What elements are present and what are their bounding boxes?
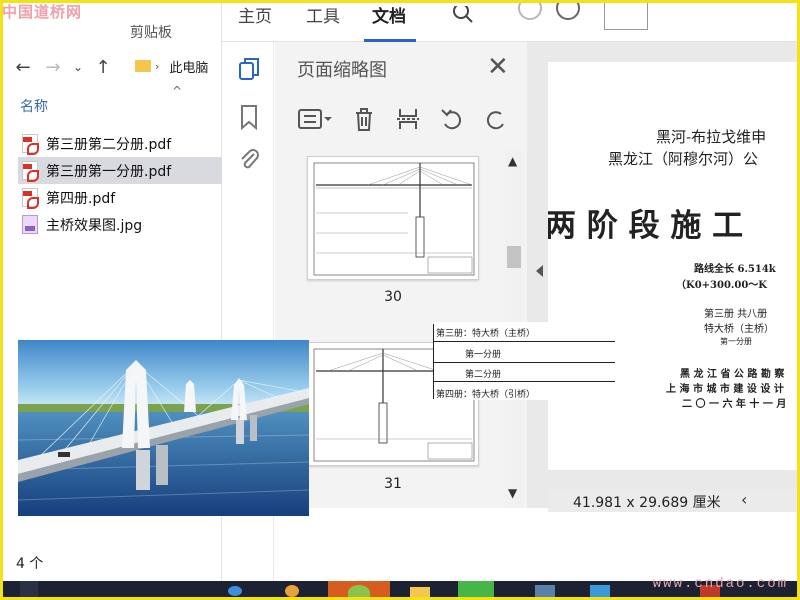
forward-arrow-icon[interactable]: → (42, 56, 64, 78)
back-arrow-icon[interactable]: ← (12, 56, 34, 78)
address-text: 此电脑 (169, 60, 209, 76)
pdf-file-icon (22, 134, 39, 155)
toc-divider (433, 341, 615, 342)
collapse-panel-icon[interactable] (536, 265, 543, 277)
page-thumbnail[interactable] (307, 156, 479, 280)
toc-entry: 第二分册 (465, 370, 502, 380)
doc-line: 上 海 市 城 市 建 设 设 计 (666, 384, 784, 395)
table-of-contents-snippet: 第三册：特大桥（主桥） 第一分册 第二分册 第四册：特大桥（引桥） (433, 322, 615, 400)
previous-page-icon[interactable] (518, 0, 542, 20)
doc-line: 第三册 共八册 (704, 309, 768, 320)
page-options-icon[interactable] (297, 106, 333, 132)
doc-title: 两 阶 段 施 工 (548, 208, 744, 244)
tab-tools[interactable]: 工具 (306, 2, 340, 27)
sort-caret-icon: ^ (172, 84, 183, 98)
wechat-icon[interactable] (458, 581, 494, 600)
page-thumbnails-icon[interactable] (237, 56, 261, 82)
bookmark-icon[interactable] (237, 104, 261, 130)
file-name: 主桥效果图.jpg (46, 217, 143, 234)
pdf-file-icon (22, 161, 39, 182)
bridge-drawing-thumbnail (313, 162, 475, 276)
file-item[interactable]: 第三册第一分册.pdf (18, 157, 222, 184)
address-bar[interactable]: › 此电脑 (135, 53, 230, 79)
rotate-right-icon[interactable] (483, 106, 509, 132)
extract-pages-icon[interactable] (395, 106, 421, 132)
tab-home[interactable]: 主页 (238, 2, 272, 27)
toc-entry: 第一分册 (465, 350, 502, 360)
doc-line: 特大桥（主桥） (704, 324, 774, 335)
chevron-right-icon: › (155, 59, 160, 73)
watermark-logo: 中国道桥网 (2, 3, 83, 21)
watermark-url: www.cndao.com (652, 576, 788, 592)
up-arrow-icon[interactable]: ↑ (92, 56, 114, 78)
item-count: 4 个 (16, 556, 44, 572)
bridge-rendering-image (18, 340, 309, 516)
start-icon[interactable] (20, 581, 38, 600)
top-toolbar: 主页 工具 文档 (222, 0, 800, 42)
document-page[interactable]: 黑河-布拉戈维申 黑龙江（阿穆尔河）公 两 阶 段 施 工 路线全长 6.514… (548, 62, 800, 470)
file-name: 第四册.pdf (46, 190, 116, 207)
attachment-icon[interactable] (237, 146, 261, 172)
app-icon[interactable] (348, 585, 370, 600)
scroll-up-icon[interactable]: ▲ (508, 154, 517, 168)
clipboard-group-label: 剪贴板 (130, 25, 172, 41)
name-column-header[interactable]: 名称 (20, 96, 48, 116)
toc-divider (433, 381, 615, 382)
folder-icon (135, 60, 151, 72)
toc-entry: 第三册：特大桥（主桥） (436, 329, 536, 339)
scroll-down-icon[interactable]: ▼ (508, 486, 517, 500)
rotate-left-icon[interactable] (439, 106, 465, 132)
thumbnail-toolbar (297, 102, 527, 136)
file-name: 第三册第二分册.pdf (46, 136, 172, 153)
chevron-left-icon[interactable]: ‹ (741, 490, 747, 509)
recent-chevron-icon[interactable]: ⌄ (72, 56, 84, 78)
page-size-readout: 41.981 x 29.689 厘米 (573, 495, 721, 511)
close-icon[interactable]: ✕ (487, 52, 509, 82)
file-item[interactable]: 第三册第二分册.pdf (18, 130, 222, 157)
doc-line: （K0+300.00～K (676, 280, 767, 291)
toc-entry: 第四册：特大桥（引桥） (436, 390, 536, 400)
image-file-icon (22, 215, 38, 234)
panel-title: 页面缩略图 (297, 60, 387, 81)
page-number-label: 30 (384, 289, 402, 305)
doc-line: 路线全长 6.514k (694, 264, 776, 275)
doc-line: 黑 龙 江 省 公 路 勘 察 (680, 369, 785, 380)
toc-divider (433, 362, 615, 363)
file-item[interactable]: 主桥效果图.jpg (18, 211, 222, 238)
page-thumbnails-panel: 页面缩略图 ✕ 30 31 ▲ ▼ (275, 42, 527, 508)
search-icon[interactable] (452, 6, 474, 28)
edge-icon[interactable] (228, 586, 242, 596)
doc-line: 第一分册 (720, 337, 752, 346)
doc-line: 二 〇 一 六 年 十 一 月 (682, 399, 787, 410)
pdf-file-icon (22, 188, 39, 209)
browser-icon[interactable] (285, 585, 299, 597)
page-number-label: 31 (384, 476, 402, 492)
file-item[interactable]: 第四册.pdf (18, 184, 222, 211)
app-icon[interactable] (535, 585, 555, 600)
file-list: 第三册第二分册.pdf 第三册第一分册.pdf 第四册.pdf 主桥效果图.jp… (18, 130, 222, 238)
file-name: 第三册第一分册.pdf (46, 163, 172, 180)
doc-line: 黑河-布拉戈维申 (656, 128, 767, 146)
delete-icon[interactable] (351, 106, 377, 132)
doc-line: 黑龙江（阿穆尔河）公 (608, 150, 759, 168)
file-explorer-icon[interactable] (410, 587, 430, 599)
scrollbar-thumb[interactable] (507, 246, 521, 268)
status-bar: 41.981 x 29.689 厘米 ‹ (548, 490, 800, 512)
tab-document[interactable]: 文档 (372, 2, 406, 27)
app-icon[interactable] (590, 585, 610, 600)
page-number-field[interactable] (604, 0, 648, 30)
next-page-icon[interactable] (556, 0, 580, 20)
